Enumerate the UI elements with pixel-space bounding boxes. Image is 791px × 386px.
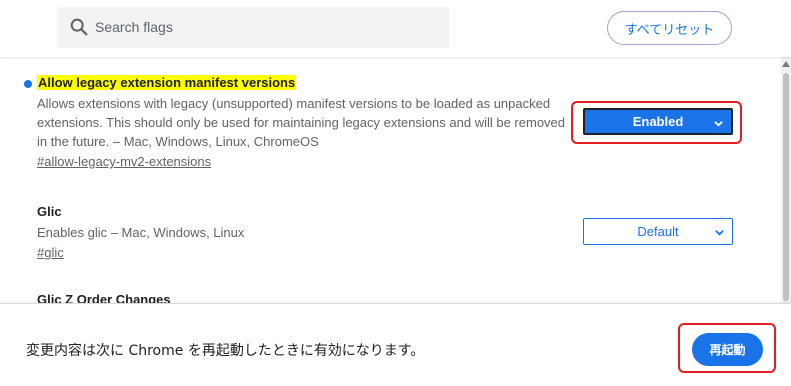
flag-select-glic[interactable]: Default [583, 218, 733, 245]
select-value: Default [637, 224, 679, 239]
scroll-up-arrow-icon[interactable] [782, 61, 790, 67]
chevron-down-icon [715, 230, 724, 236]
relaunch-footer: 変更内容は次に Chrome を再起動したときに有効になります。 再起動 [0, 303, 791, 386]
select-value: Enabled [632, 114, 684, 129]
search-input[interactable]: Search flags [95, 19, 173, 35]
flags-list: Allow legacy extension manifest versions… [0, 57, 781, 303]
relaunch-button[interactable]: 再起動 [692, 333, 763, 366]
flag-title: Glic [37, 204, 62, 219]
flag-anchor-link[interactable]: #glic [37, 243, 64, 262]
scrollbar-thumb[interactable] [783, 73, 789, 301]
flag-item-allow-legacy: Allow legacy extension manifest versions… [37, 74, 567, 171]
search-box[interactable]: Search flags [58, 7, 449, 48]
reset-all-button[interactable]: すべてリセット [607, 11, 732, 45]
scrollbar[interactable] [781, 57, 791, 303]
flag-description: Enables glic – Mac, Windows, Linux [37, 225, 245, 240]
flag-anchor-link[interactable]: #allow-legacy-mv2-extensions [37, 152, 211, 171]
flag-description: Allows extensions with legacy (unsupport… [37, 96, 566, 149]
flags-header: Search flags すべてリセット [0, 0, 791, 57]
flag-title: Allow legacy extension manifest versions [37, 75, 297, 90]
modified-dot-icon [24, 80, 32, 88]
search-icon [70, 18, 88, 36]
flag-title: Glic Z Order Changes [37, 292, 171, 303]
relaunch-message: 変更内容は次に Chrome を再起動したときに有効になります。 [26, 343, 425, 359]
chevron-down-icon [714, 121, 723, 127]
flag-item-glic: Glic Enables glic – Mac, Windows, Linux … [37, 203, 567, 262]
flag-item-glic-z-order: Glic Z Order Changes [37, 291, 567, 303]
flag-select-allow-legacy[interactable]: Enabled [583, 108, 733, 135]
